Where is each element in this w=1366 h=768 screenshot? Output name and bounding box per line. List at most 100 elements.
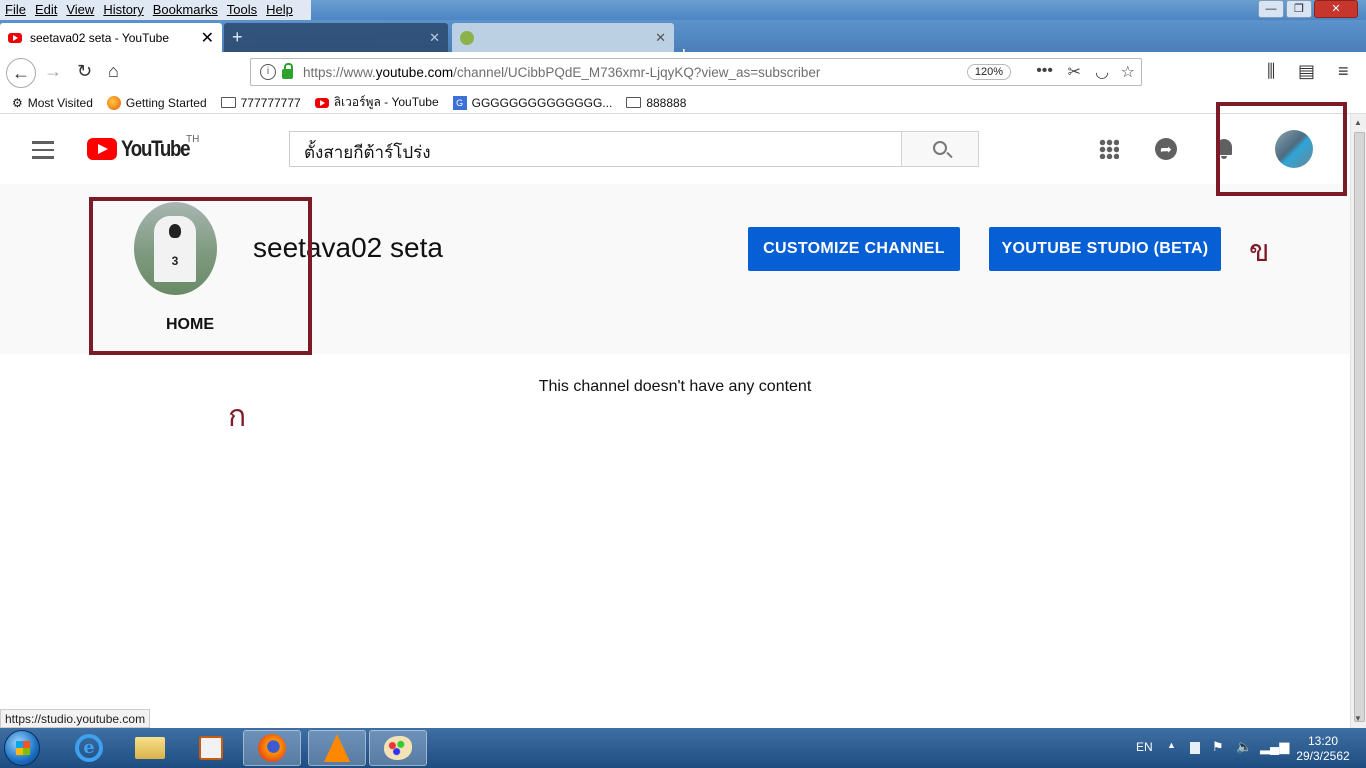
window-controls: — ❐ ✕ xyxy=(1258,0,1358,18)
zoom-level-badge[interactable]: 120% xyxy=(966,64,1011,80)
search-icon xyxy=(933,141,947,155)
windows-logo-icon xyxy=(16,741,30,755)
screenshot-icon[interactable]: ✂ xyxy=(1068,62,1081,82)
close-tab-icon[interactable]: ✕ xyxy=(655,30,666,46)
taskbar-media-player[interactable] xyxy=(182,730,240,766)
youtube-favicon-icon xyxy=(8,32,22,43)
customize-channel-button[interactable]: CUSTOMIZE CHANNEL xyxy=(748,227,960,271)
more-actions-icon[interactable]: ••• xyxy=(1036,62,1053,80)
start-button[interactable] xyxy=(4,730,40,766)
tab-strip: seetava02 seta - YouTube ✕ + ✕ ✕ + xyxy=(0,20,1366,66)
scroll-down-icon[interactable]: ▼ xyxy=(1354,714,1362,723)
youtube-icon xyxy=(314,97,329,108)
guide-menu-icon[interactable] xyxy=(32,141,54,164)
youtube-header: YouTube TH ตั้งสายกีต้าร์โปร่ง xyxy=(0,114,1350,271)
taskbar-internet-explorer[interactable]: e xyxy=(60,730,118,766)
bookmark-liverpool[interactable]: ลิเวอร์พูล - YouTube xyxy=(314,93,439,112)
navigation-bar: ← → ↻ ⌂ i https://www.youtube.com/channe… xyxy=(0,52,1366,92)
menu-bookmarks[interactable]: Bookmarks xyxy=(148,0,222,20)
home-icon[interactable]: ⌂ xyxy=(108,61,119,82)
tab-title: seetava02 seta - YouTube xyxy=(30,30,169,45)
taskbar: e EN ▲ ⚑ 🔈 ▂▄▆ 13:20 29/3/2562 xyxy=(0,728,1366,768)
gear-icon: ⚙ xyxy=(12,95,23,110)
menu-tools[interactable]: Tools xyxy=(222,0,261,20)
close-window-button[interactable]: ✕ xyxy=(1314,0,1358,18)
folder-icon xyxy=(626,97,642,108)
messages-icon[interactable]: ➦ xyxy=(1155,138,1177,160)
annotation-label-b: ข xyxy=(1249,234,1270,269)
taskbar-vlc[interactable] xyxy=(308,730,366,766)
annotation-label-a: ก xyxy=(228,399,247,434)
tab-youtube[interactable]: seetava02 seta - YouTube ✕ xyxy=(0,23,222,52)
media-player-icon xyxy=(199,736,223,760)
maximize-button[interactable]: ❐ xyxy=(1286,0,1312,18)
menu-bar: File Edit View History Bookmarks Tools H… xyxy=(0,0,311,20)
firefox-icon xyxy=(106,95,121,110)
page-scrollbar[interactable]: ▲ ▼ xyxy=(1350,114,1366,728)
youtube-logo[interactable]: YouTube xyxy=(87,136,201,162)
annotation-box-b xyxy=(1216,102,1347,196)
tab-favicon-icon xyxy=(460,30,474,45)
scroll-up-icon[interactable]: ▲ xyxy=(1354,118,1362,127)
clock-time: 13:20 xyxy=(1307,734,1339,748)
bookmark-getting-started[interactable]: Getting Started xyxy=(106,95,207,110)
menu-help[interactable]: Help xyxy=(261,0,297,20)
tab-2[interactable]: + ✕ xyxy=(224,23,448,52)
taskbar-paint[interactable] xyxy=(369,730,427,766)
bookmark-google-translate[interactable]: G GGGGGGGGGGGGGG... xyxy=(452,95,612,110)
google-translate-icon: G xyxy=(452,95,467,110)
sidebar-icon[interactable]: ▤ xyxy=(1298,61,1315,82)
firefox-icon xyxy=(258,734,286,762)
menu-view[interactable]: View xyxy=(61,0,98,20)
network-signal-icon[interactable]: ▂▄▆ xyxy=(1260,739,1289,755)
system-clock[interactable]: 13:20 29/3/2562 xyxy=(1288,734,1358,764)
country-code: TH xyxy=(186,134,200,145)
search-input[interactable]: ตั้งสายกีต้าร์โปร่ง xyxy=(289,131,902,167)
tab-3[interactable]: ✕ xyxy=(452,23,674,52)
hamburger-menu-icon[interactable]: ≡ xyxy=(1338,61,1349,82)
status-bar: https://studio.youtube.com xyxy=(0,709,151,728)
bookmark-star-icon[interactable]: ☆ xyxy=(1121,62,1135,82)
address-bar[interactable]: i https://www.youtube.com/channel/UCibbP… xyxy=(250,58,1142,86)
info-icon[interactable]: i xyxy=(260,64,276,80)
language-indicator[interactable]: EN xyxy=(1136,740,1153,754)
action-center-flag-icon[interactable]: ⚑ xyxy=(1212,739,1224,755)
volume-icon[interactable]: 🔈 xyxy=(1236,739,1252,755)
forward-arrow-icon[interactable]: → xyxy=(44,61,62,82)
folder-icon xyxy=(220,97,236,108)
back-arrow-icon[interactable]: ← xyxy=(6,58,36,88)
minimize-button[interactable]: — xyxy=(1258,0,1284,18)
reload-icon[interactable]: ↻ xyxy=(77,61,92,82)
menu-history[interactable]: History xyxy=(98,0,147,20)
youtube-studio-button[interactable]: YOUTUBE STUDIO (BETA) xyxy=(989,227,1221,271)
menu-file[interactable]: File xyxy=(0,0,30,20)
bookmark-folder-777[interactable]: 777777777 xyxy=(220,96,301,110)
internet-explorer-icon: e xyxy=(75,734,103,762)
library-icon[interactable]: ⫼ xyxy=(1267,61,1275,82)
bookmark-most-visited[interactable]: ⚙ Most Visited xyxy=(12,96,93,110)
taskbar-file-explorer[interactable] xyxy=(121,730,179,766)
search-button[interactable] xyxy=(901,131,979,167)
lock-icon xyxy=(282,63,293,79)
apps-grid-icon[interactable] xyxy=(1099,139,1119,159)
plus-icon: + xyxy=(232,27,243,47)
scroll-thumb[interactable] xyxy=(1354,132,1365,722)
empty-channel-message: This channel doesn't have any content xyxy=(538,378,812,395)
pocket-icon[interactable]: ◡ xyxy=(1095,62,1109,82)
bookmark-folder-888[interactable]: 888888 xyxy=(626,96,686,110)
paint-icon xyxy=(384,736,412,760)
menu-edit[interactable]: Edit xyxy=(30,0,61,20)
taskbar-firefox[interactable] xyxy=(243,730,301,766)
youtube-play-icon xyxy=(87,138,117,160)
show-hidden-icons-icon[interactable]: ▲ xyxy=(1167,740,1176,750)
bookmarks-toolbar: ⚙ Most Visited Getting Started 777777777 … xyxy=(0,92,1366,114)
logo-text: YouTube xyxy=(121,136,191,161)
close-tab-icon[interactable]: ✕ xyxy=(429,30,440,46)
close-tab-icon[interactable]: ✕ xyxy=(201,28,214,48)
url-text: https://www.youtube.com/channel/UCibbPQd… xyxy=(303,64,821,80)
device-icon[interactable] xyxy=(1190,742,1200,754)
annotation-box-a xyxy=(89,197,312,355)
clock-date: 29/3/2562 xyxy=(1296,749,1350,763)
file-explorer-icon xyxy=(135,737,165,759)
vlc-icon xyxy=(324,734,350,762)
